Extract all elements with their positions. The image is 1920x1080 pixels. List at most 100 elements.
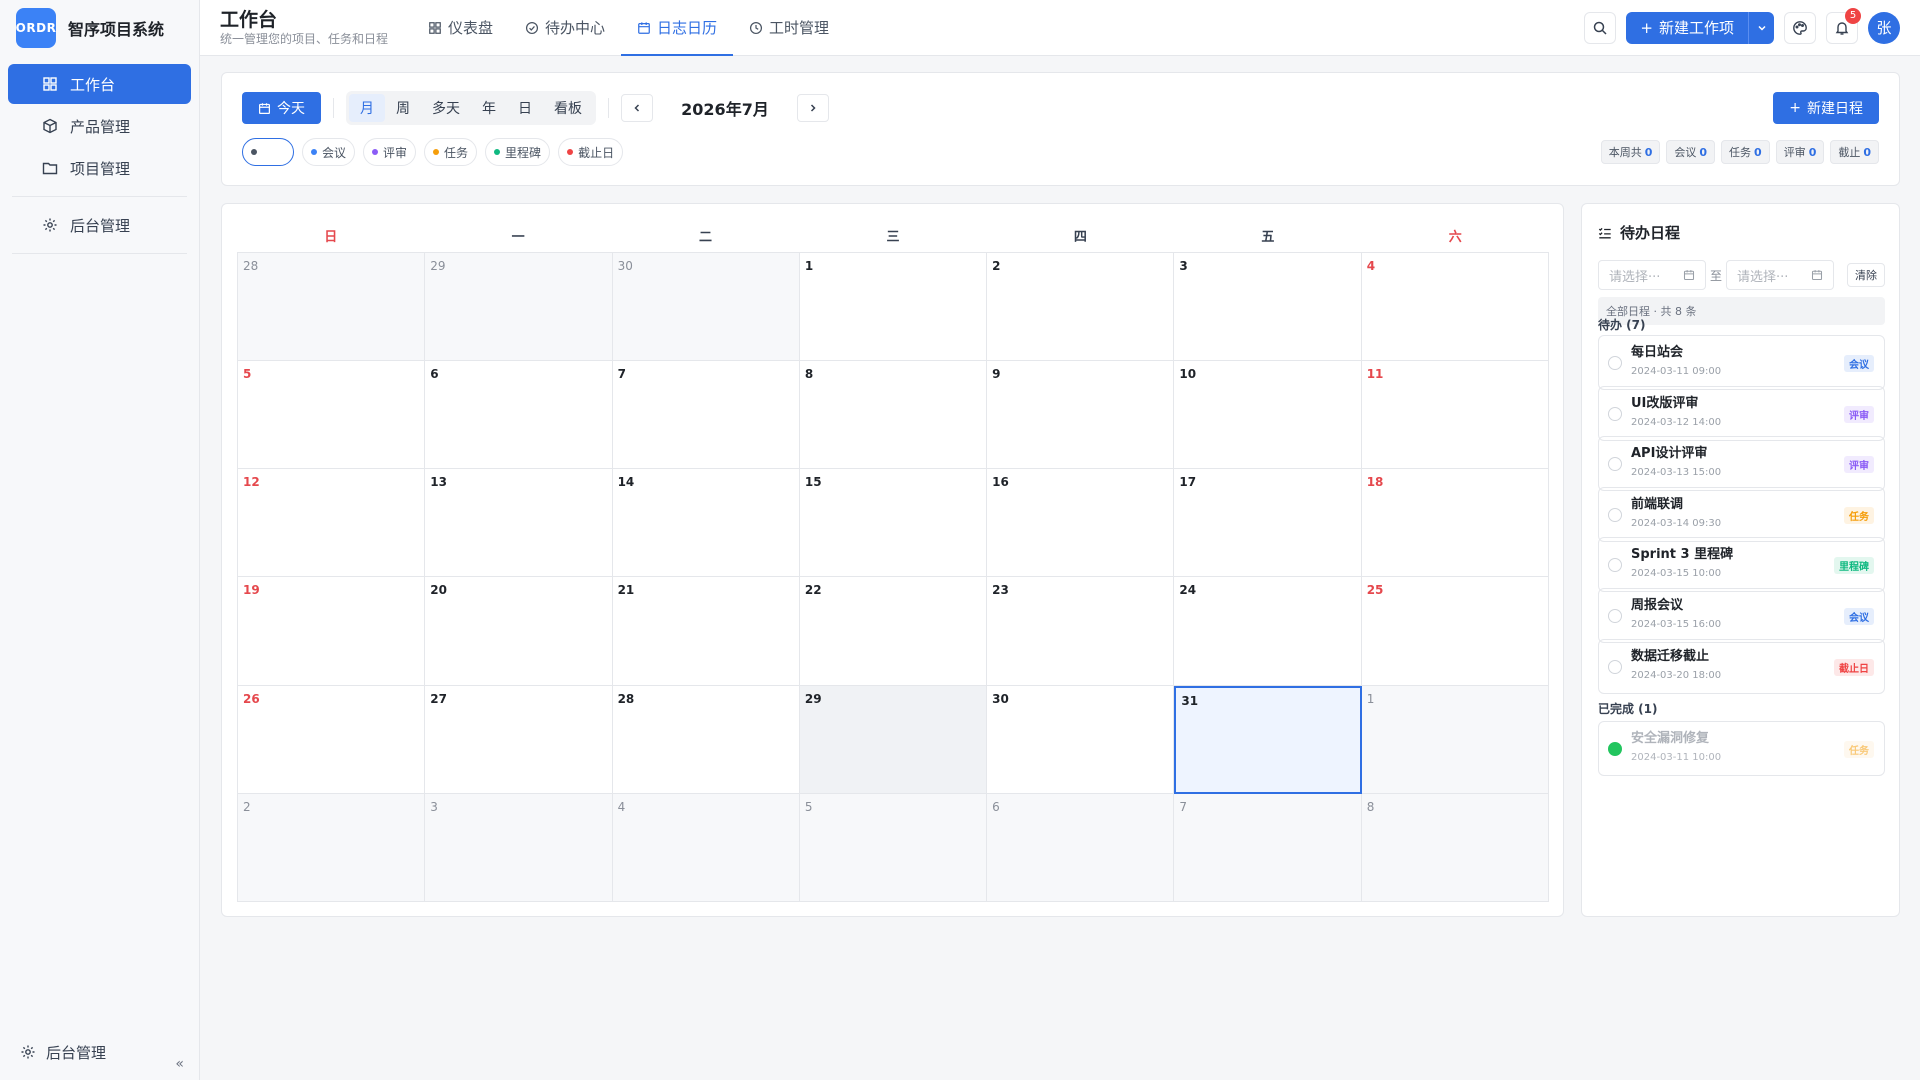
calendar-day-cell[interactable]: 24 [1174,577,1362,686]
filter-deadline-chip[interactable]: 截止日 [558,138,624,166]
collapse-sidebar-button[interactable]: « [175,1056,184,1072]
calendar-day-cell[interactable]: 13 [425,469,613,578]
sidebar: ORDR 智序项目系统 工作台 产品管理 项目管理 后台管理 后台管理 « [0,0,200,1080]
sidebar-item-admin[interactable]: 后台管理 [8,205,191,245]
calendar-day-cell[interactable]: 22 [799,577,988,686]
tab-todo-center[interactable]: 待办中心 [509,0,621,56]
agenda-item[interactable]: 每日站会 2024-03-11 09:00 会议 [1598,335,1885,390]
view-kanban-button[interactable]: 看板 [543,94,593,122]
tab-dashboard[interactable]: 仪表盘 [412,0,509,56]
filter-meeting-chip[interactable]: 会议 [302,138,356,166]
filter-review-chip[interactable]: 评审 [363,138,417,166]
calendar-day-cell[interactable]: 2 [238,793,426,902]
calendar-day-cell[interactable]: 29 [425,253,613,362]
calendar-day-cell[interactable]: 11 [1361,361,1549,470]
start-date-input[interactable]: 请选择··· [1598,260,1706,290]
weekday-label: 日 [324,230,338,245]
new-work-item-dropdown[interactable] [1748,11,1774,44]
plus-icon: + [1789,100,1801,116]
checkbox-circle-icon[interactable] [1608,356,1622,370]
calendar-day-cell[interactable]: 17 [1174,469,1362,578]
new-schedule-button[interactable]: + 新建日程 [1773,92,1879,124]
calendar-day-cell[interactable]: 26 [238,685,426,794]
checkbox-circle-icon[interactable] [1608,457,1622,472]
calendar-day-cell[interactable]: 27 [425,685,613,794]
view-year-button[interactable]: 年 [471,94,507,122]
agenda-item[interactable]: 安全漏洞修复 2024-03-11 10:00 任务 [1598,721,1885,776]
theme-button[interactable] [1784,11,1816,44]
tab-log-calendar[interactable]: 日志日历 [621,0,734,56]
day-number: 18 [1366,475,1384,490]
checkbox-circle-icon[interactable] [1608,406,1622,421]
calendar-day-cell[interactable]: 8 [799,361,988,470]
calendar-day-cell[interactable]: 28 [238,253,426,362]
clear-button[interactable]: 清除 [1847,263,1885,287]
calendar-day-cell[interactable]: 20 [425,577,613,686]
calendar-day-cell[interactable]: 15 [799,469,988,578]
today-button[interactable]: 今天 [242,92,321,124]
calendar-day-cell[interactable]: 12 [238,469,426,578]
tab-timesheet[interactable]: 工时管理 [733,0,845,56]
calendar-day-cell[interactable]: 8 [1361,793,1549,902]
stat-label: 会议 [1674,146,1697,159]
search-button[interactable] [1584,11,1617,44]
filter-task-chip[interactable]: 任务 [424,138,478,166]
avatar[interactable]: 张 [1868,11,1900,44]
checkbox-circle-icon[interactable] [1608,558,1622,573]
new-work-item-button[interactable]: + 新建工作项 [1626,11,1748,44]
checkbox-circle-icon[interactable] [1608,659,1622,674]
calendar-day-cell[interactable]: 9 [987,361,1175,470]
checkbox-circle-icon[interactable] [1608,507,1622,522]
calendar-day-cell[interactable]: 3 [425,793,613,902]
calendar-day-cell[interactable]: 2 [987,253,1175,362]
sidebar-item-products[interactable]: 产品管理 [8,106,191,146]
calendar-day-cell[interactable]: 1 [799,253,988,362]
view-multiday-button[interactable]: 多天 [421,94,471,122]
day-number: 27 [430,691,447,706]
filter-milestone-chip[interactable]: 里程碑 [485,138,551,166]
checkbox-circle-icon[interactable] [1608,609,1622,623]
prev-month-button[interactable] [621,94,653,122]
calendar-day-cell[interactable]: 28 [612,685,800,794]
calendar-day-cell[interactable]: 23 [987,577,1175,686]
calendar-day-cell[interactable]: 6 [987,793,1175,902]
calendar-day-cell[interactable]: 4 [1361,253,1549,362]
calendar-day-cell[interactable]: 7 [1174,793,1362,902]
view-week-button[interactable]: 周 [385,94,421,122]
calendar-day-cell[interactable]: 16 [987,469,1175,578]
agenda-item[interactable]: 周报会议 2024-03-15 16:00 会议 [1598,588,1885,643]
calendar-day-cell[interactable]: 6 [425,361,613,470]
calendar-day-cell[interactable]: 31 [1174,685,1362,794]
calendar-day-cell[interactable]: 25 [1361,577,1549,686]
sidebar-item-workbench[interactable]: 工作台 [8,64,191,104]
check-done-icon[interactable] [1608,742,1622,756]
calendar-day-cell[interactable]: 5 [799,793,988,902]
next-month-button[interactable] [797,94,829,122]
agenda-item[interactable]: 前端联调 2024-03-14 09:30 任务 [1598,486,1885,542]
dot-icon [494,149,501,155]
calendar-day-cell[interactable]: 7 [612,361,800,470]
calendar-day-cell[interactable]: 30 [612,253,800,362]
calendar-day-cell[interactable]: 4 [612,793,800,902]
view-day-button[interactable]: 日 [507,94,543,122]
calendar-day-cell[interactable]: 1 [1361,685,1549,794]
calendar-day-cell[interactable]: 19 [238,577,426,686]
agenda-item[interactable]: 数据迁移截止 2024-03-20 18:00 截止日 [1598,638,1885,694]
view-month-button[interactable]: 月 [349,94,385,122]
calendar-day-cell[interactable]: 3 [1174,253,1362,362]
calendar-day-cell[interactable]: 5 [238,361,426,470]
end-date-input[interactable]: 请选择··· [1726,260,1835,290]
calendar-day-cell[interactable]: 21 [612,577,800,686]
notifications-button[interactable]: 5 [1826,7,1861,44]
sidebar-footer-admin[interactable]: 后台管理 « [0,1024,200,1080]
agenda-item[interactable]: Sprint 3 里程碑 2024-03-15 10:00 里程碑 [1598,537,1885,593]
calendar-day-cell[interactable]: 10 [1174,361,1362,470]
calendar-day-cell[interactable]: 29 [799,685,988,794]
calendar-day-cell[interactable]: 30 [987,685,1175,794]
agenda-item[interactable]: UI改版评审 2024-03-12 14:00 评审 [1598,385,1885,441]
agenda-item[interactable]: API设计评审 2024-03-13 15:00 评审 [1598,436,1885,492]
calendar-day-cell[interactable]: 14 [612,469,800,578]
calendar-day-cell[interactable]: 18 [1361,469,1549,578]
sidebar-item-projects[interactable]: 项目管理 [8,148,191,188]
filter-all-chip[interactable] [242,138,294,166]
